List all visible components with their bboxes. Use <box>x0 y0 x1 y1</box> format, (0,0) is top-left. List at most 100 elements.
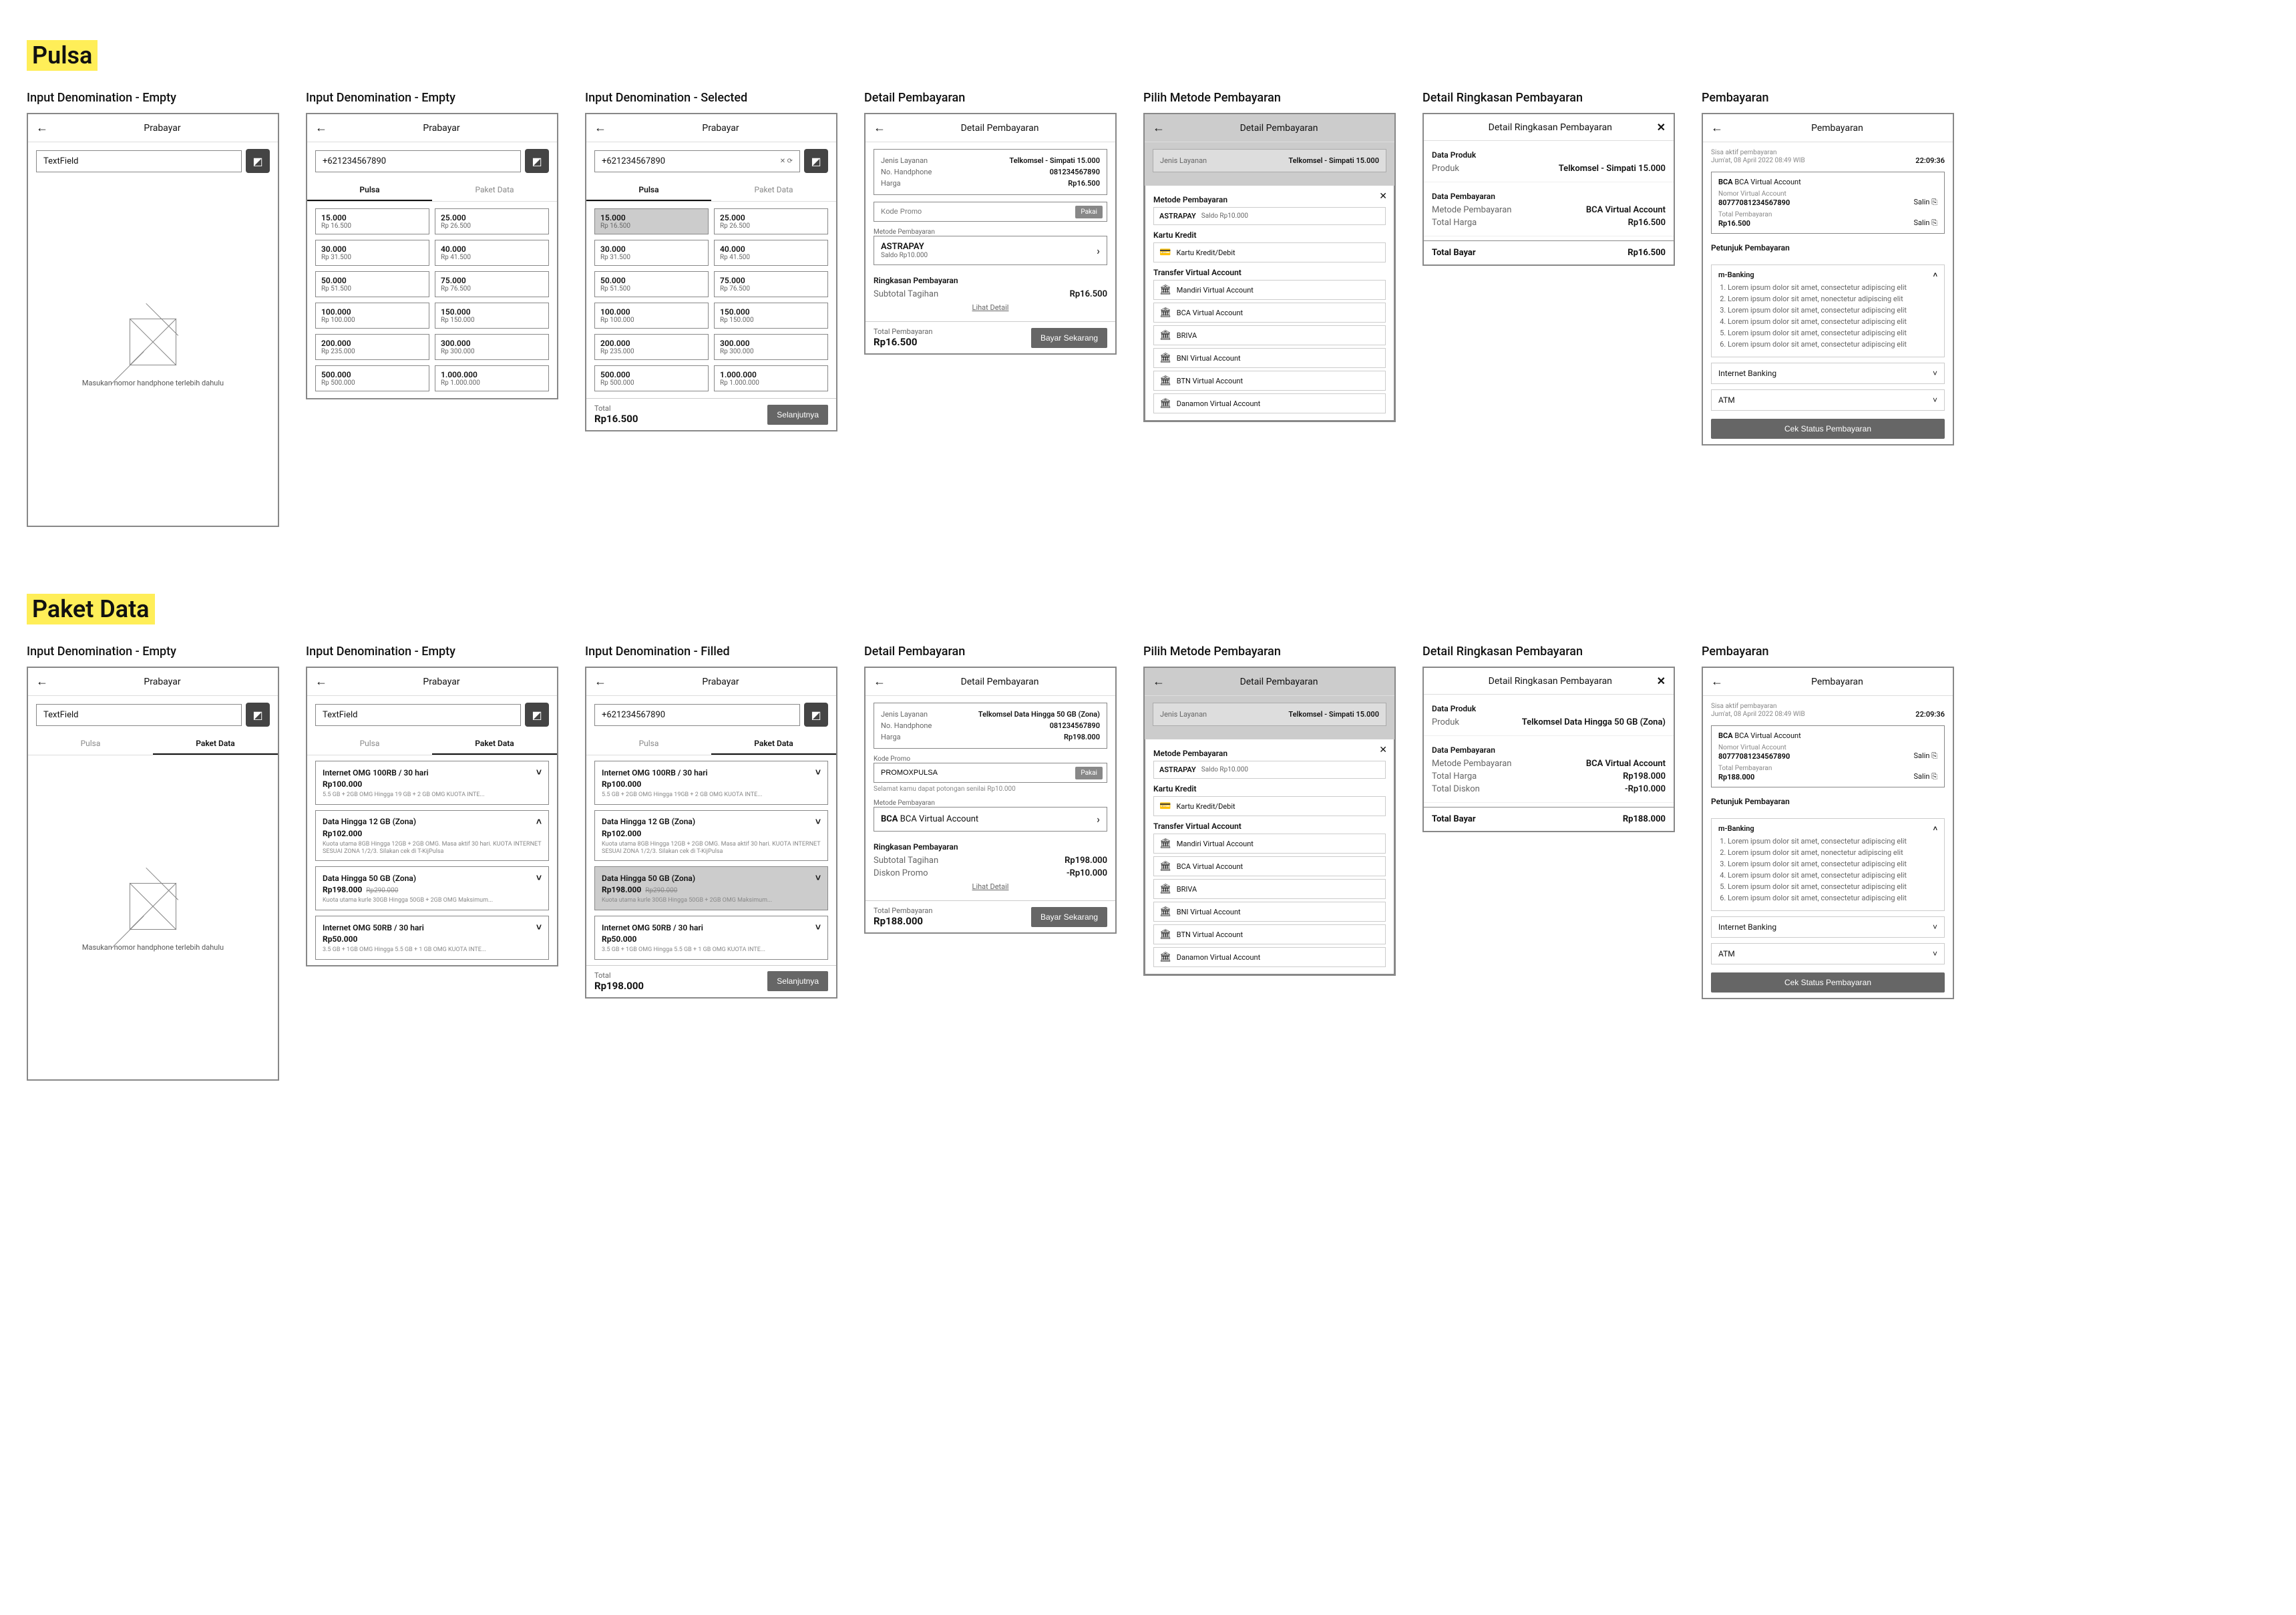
paket-card[interactable]: Internet OMG 50RB / 30 hari˅Rp50.0003.5 … <box>315 916 549 960</box>
pakai-button[interactable]: Pakai <box>1075 767 1103 779</box>
tab-data[interactable]: Paket Data <box>432 180 557 201</box>
denom-cell[interactable]: 25.000Rp 26.500 <box>714 208 828 234</box>
phone-input[interactable]: +621234567890✕ ⟳ <box>594 150 800 172</box>
tab-pulsa[interactable]: Pulsa <box>586 180 711 201</box>
denom-cell[interactable]: 200.000Rp 235.000 <box>594 334 709 360</box>
copy-button[interactable]: Salin ⎘ <box>1914 772 1938 781</box>
phone-input[interactable]: +621234567890 <box>594 704 800 726</box>
pm-row[interactable]: 🏛Danamon Virtual Account <box>1153 947 1386 967</box>
denom-cell[interactable]: 150.000Rp 150.000 <box>435 303 549 329</box>
cek-status-button[interactable]: Cek Status Pembayaran <box>1711 419 1945 439</box>
copy-button[interactable]: Salin ⎘ <box>1914 198 1938 207</box>
tab-data[interactable]: Paket Data <box>711 733 836 755</box>
paket-card[interactable]: Internet OMG 100RB / 30 hari˅Rp100.0005.… <box>594 761 828 805</box>
tab-pulsa[interactable]: Pulsa <box>28 733 153 755</box>
back-icon[interactable]: ← <box>874 675 886 689</box>
back-icon[interactable]: ← <box>315 121 327 135</box>
pm-row[interactable]: 🏛BRIVA <box>1153 879 1386 899</box>
method-card[interactable]: ASTRAPAYSaldo Rp10.000 › <box>874 236 1107 265</box>
promo-input[interactable]: Pakai <box>874 202 1107 222</box>
cek-status-button[interactable]: Cek Status Pembayaran <box>1711 972 1945 993</box>
copy-button[interactable]: Salin ⎘ <box>1914 751 1938 761</box>
phone-input[interactable]: TextField <box>315 704 521 726</box>
pm-kartu[interactable]: 💳Kartu Kredit/Debit <box>1153 796 1386 816</box>
denom-cell[interactable]: 300.000Rp 300.000 <box>714 334 828 360</box>
accordion-atm[interactable]: ATM˅ <box>1711 943 1945 964</box>
accordion-atm[interactable]: ATM˅ <box>1711 389 1945 411</box>
pm-row[interactable]: 🏛Danamon Virtual Account <box>1153 393 1386 413</box>
phone-input[interactable]: TextField <box>36 150 242 172</box>
pm-row[interactable]: 🏛BCA Virtual Account <box>1153 856 1386 876</box>
tab-pulsa[interactable]: Pulsa <box>307 733 432 755</box>
pm-astra[interactable]: ASTRAPAYSaldo Rp10.000 <box>1153 207 1386 225</box>
accordion-ibank[interactable]: Internet Banking˅ <box>1711 916 1945 938</box>
pm-row[interactable]: 🏛BCA Virtual Account <box>1153 303 1386 323</box>
phone-input[interactable]: TextField <box>36 704 242 726</box>
denom-cell[interactable]: 40.000Rp 41.500 <box>714 240 828 266</box>
accordion-ibank[interactable]: Internet Banking˅ <box>1711 363 1945 384</box>
pakai-button[interactable]: Pakai <box>1075 206 1103 218</box>
accordion-mbanking[interactable]: m-Banking˄ Lorem ipsum dolor sit amet, c… <box>1711 264 1945 357</box>
paket-card[interactable]: Data Hingga 50 GB (Zona)˅Rp198.000Rp290.… <box>594 866 828 910</box>
denom-cell[interactable]: 40.000Rp 41.500 <box>435 240 549 266</box>
pm-row[interactable]: 🏛Mandiri Virtual Account <box>1153 280 1386 300</box>
back-icon[interactable]: ← <box>1711 675 1723 689</box>
denom-cell[interactable]: 1.000.000Rp 1.000.000 <box>714 365 828 391</box>
copy-button[interactable]: Salin ⎘ <box>1914 218 1938 228</box>
accordion-mbanking[interactable]: m-Banking˄ Lorem ipsum dolor sit amet, c… <box>1711 818 1945 911</box>
denom-cell[interactable]: 300.000Rp 300.000 <box>435 334 549 360</box>
denom-cell[interactable]: 100.000Rp 100.000 <box>594 303 709 329</box>
paket-card[interactable]: Internet OMG 100RB / 30 hari˅Rp100.0005.… <box>315 761 549 805</box>
back-icon[interactable]: ← <box>1153 675 1165 689</box>
denom-cell[interactable]: 30.000Rp 31.500 <box>315 240 429 266</box>
denom-cell[interactable]: 500.000Rp 500.000 <box>315 365 429 391</box>
paket-card[interactable]: Internet OMG 50RB / 30 hari˅Rp50.0003.5 … <box>594 916 828 960</box>
pm-kartu[interactable]: 💳Kartu Kredit/Debit <box>1153 242 1386 262</box>
lihat-detail-link[interactable]: Lihat Detail <box>874 301 1107 315</box>
denom-cell[interactable]: 1.000.000Rp 1.000.000 <box>435 365 549 391</box>
clear-icon[interactable]: ✕ ⟳ <box>780 158 793 165</box>
contact-icon[interactable]: ◩ <box>804 149 828 173</box>
back-icon[interactable]: ← <box>1153 121 1165 135</box>
tab-pulsa[interactable]: Pulsa <box>586 733 711 755</box>
tab-data[interactable]: Paket Data <box>153 733 278 755</box>
lihat-detail-link[interactable]: Lihat Detail <box>874 880 1107 894</box>
contact-icon[interactable]: ◩ <box>246 703 270 727</box>
promo-input[interactable]: Pakai <box>874 763 1107 783</box>
back-icon[interactable]: ← <box>874 121 886 135</box>
close-icon[interactable]: ✕ <box>1379 191 1387 202</box>
close-icon[interactable]: ✕ <box>1657 121 1666 134</box>
back-icon[interactable]: ← <box>315 675 327 689</box>
back-icon[interactable]: ← <box>36 675 48 689</box>
method-card[interactable]: BCA BCA Virtual Account› <box>874 807 1107 832</box>
tab-data[interactable]: Paket Data <box>432 733 557 755</box>
bayar-button[interactable]: Bayar Sekarang <box>1031 328 1107 348</box>
close-icon[interactable]: ✕ <box>1657 675 1666 687</box>
back-icon[interactable]: ← <box>594 675 606 689</box>
paket-card[interactable]: Data Hingga 50 GB (Zona)˅Rp198.000Rp290.… <box>315 866 549 910</box>
pm-row[interactable]: 🏛BRIVA <box>1153 325 1386 345</box>
back-icon[interactable]: ← <box>36 121 48 135</box>
next-button[interactable]: Selanjutnya <box>767 971 828 991</box>
contact-icon[interactable]: ◩ <box>525 703 549 727</box>
contact-icon[interactable]: ◩ <box>246 149 270 173</box>
pm-row[interactable]: 🏛BTN Virtual Account <box>1153 924 1386 944</box>
denom-cell[interactable]: 75.000Rp 76.500 <box>435 271 549 297</box>
back-icon[interactable]: ← <box>1711 121 1723 135</box>
denom-cell[interactable]: 25.000Rp 26.500 <box>435 208 549 234</box>
bayar-button[interactable]: Bayar Sekarang <box>1031 907 1107 927</box>
paket-card[interactable]: Data Hingga 12 GB (Zona)˅Rp102.000Kuota … <box>594 810 828 862</box>
denom-cell[interactable]: 200.000Rp 235.000 <box>315 334 429 360</box>
pm-row[interactable]: 🏛BNI Virtual Account <box>1153 902 1386 922</box>
pm-row[interactable]: 🏛BTN Virtual Account <box>1153 371 1386 391</box>
pm-row[interactable]: 🏛Mandiri Virtual Account <box>1153 834 1386 854</box>
denom-cell[interactable]: 75.000Rp 76.500 <box>714 271 828 297</box>
close-icon[interactable]: ✕ <box>1379 745 1387 755</box>
back-icon[interactable]: ← <box>594 121 606 135</box>
denom-cell[interactable]: 15.000Rp 16.500 <box>594 208 709 234</box>
denom-cell[interactable]: 30.000Rp 31.500 <box>594 240 709 266</box>
contact-icon[interactable]: ◩ <box>804 703 828 727</box>
pm-astra[interactable]: ASTRAPAYSaldo Rp10.000 <box>1153 761 1386 779</box>
denom-cell[interactable]: 150.000Rp 150.000 <box>714 303 828 329</box>
denom-cell[interactable]: 15.000Rp 16.500 <box>315 208 429 234</box>
